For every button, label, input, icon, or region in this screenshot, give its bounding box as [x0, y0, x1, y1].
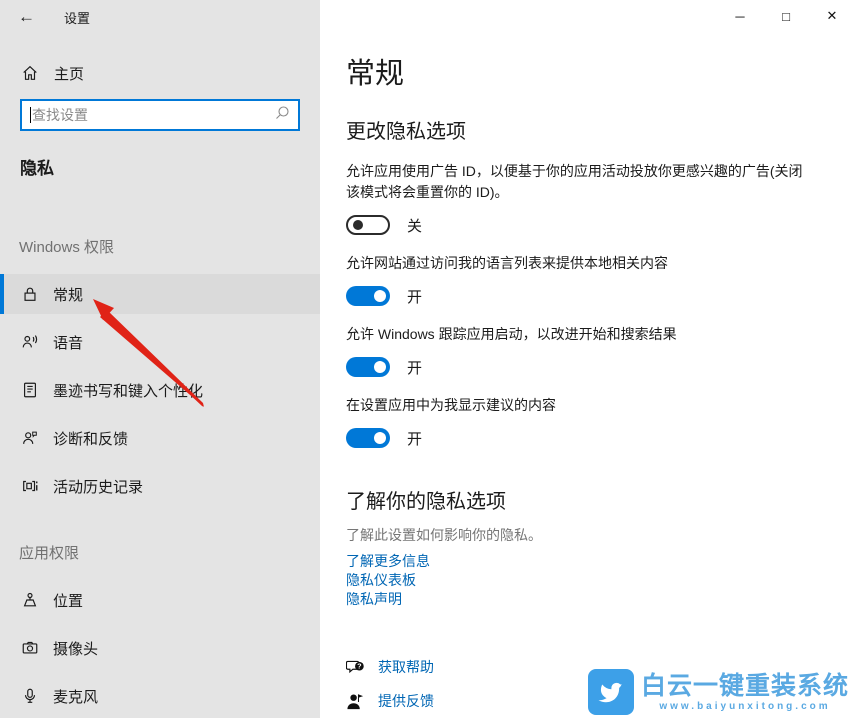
- inking-typing-icon: [20, 381, 39, 400]
- toggle-knob: [353, 220, 363, 230]
- titlebar-left: ← 设置: [0, 0, 320, 34]
- diagnostics-feedback-icon: [20, 429, 39, 448]
- search-placeholder: 查找设置: [32, 105, 88, 125]
- toggle-language-list[interactable]: [346, 286, 390, 306]
- sidebar-item-home[interactable]: 主页: [20, 60, 320, 86]
- microphone-icon: [20, 687, 39, 706]
- svg-text:?: ?: [357, 661, 362, 670]
- section-title-know-privacy-options: 了解你的隐私选项: [346, 485, 824, 514]
- page-content: 常规 更改隐私选项 允许应用使用广告 ID，以便基于你的应用活动投放你更感兴趣的…: [346, 0, 824, 718]
- sidebar-item-label: 活动历史记录: [53, 476, 143, 497]
- setting-description: 允许应用使用广告 ID，以便基于你的应用活动投放你更感兴趣的广告(关闭该模式将会…: [346, 161, 812, 203]
- toggle-advertising-id[interactable]: [346, 215, 390, 235]
- bird-logo-icon: [588, 669, 634, 715]
- feedback-person-icon: [346, 692, 365, 711]
- search-icon[interactable]: [274, 105, 290, 126]
- toggle-state-label: 关: [407, 215, 422, 236]
- toggle-state-label: 开: [407, 428, 422, 449]
- sidebar-item-camera[interactable]: 摄像头: [0, 628, 320, 668]
- text-caret: [30, 107, 31, 123]
- toggle-row: 开: [346, 427, 824, 449]
- help-chat-icon: ?: [346, 658, 365, 677]
- link-privacy-statement[interactable]: 隐私声明: [346, 590, 824, 609]
- get-help-link[interactable]: 获取帮助: [378, 655, 434, 679]
- link-privacy-dashboard[interactable]: 隐私仪表板: [346, 571, 824, 590]
- sidebar-item-label: 摄像头: [53, 638, 98, 659]
- toggle-state-label: 开: [407, 357, 422, 378]
- sidebar-group-windows-permissions: Windows 权限: [19, 236, 320, 257]
- toggle-state-label: 开: [407, 286, 422, 307]
- toggle-row: 开: [346, 356, 824, 378]
- watermark-url: www.baiyunxitong.com: [641, 701, 849, 712]
- setting-language-list: 允许网站通过访问我的语言列表来提供本地相关内容 开: [346, 253, 824, 307]
- sidebar-group-app-permissions: 应用权限: [19, 542, 320, 563]
- setting-description: 在设置应用中为我显示建议的内容: [346, 395, 812, 416]
- activity-history-icon: [20, 477, 39, 496]
- main-panel: ─ □ ✕ 常规 更改隐私选项 允许应用使用广告 ID，以便基于你的应用活动投放…: [320, 0, 855, 718]
- lock-icon: [20, 285, 39, 304]
- sidebar-item-label: 主页: [54, 63, 84, 84]
- location-icon: [20, 591, 39, 610]
- privacy-options-subtitle: 了解此设置如何影响你的隐私。: [346, 525, 824, 545]
- sidebar-item-label: 麦克风: [53, 686, 98, 707]
- privacy-link-list: 了解更多信息 隐私仪表板 隐私声明: [346, 552, 824, 609]
- setting-description: 允许 Windows 跟踪应用启动，以改进开始和搜索结果: [346, 324, 812, 345]
- link-learn-more[interactable]: 了解更多信息: [346, 552, 824, 571]
- watermark: 白云一键重装系统 www.baiyunxitong.com: [588, 669, 849, 715]
- toggle-suggested-content[interactable]: [346, 428, 390, 448]
- toggle-app-launch-tracking[interactable]: [346, 357, 390, 377]
- sidebar-item-microphone[interactable]: 麦克风: [0, 676, 320, 716]
- speech-icon: [20, 333, 39, 352]
- sidebar-section-title: 隐私: [20, 154, 320, 179]
- sidebar-item-location[interactable]: 位置: [0, 580, 320, 620]
- setting-app-launch-tracking: 允许 Windows 跟踪应用启动，以改进开始和搜索结果 开: [346, 324, 824, 378]
- page-title: 常规: [346, 50, 824, 92]
- sidebar-item-label: 常规: [53, 284, 83, 305]
- sidebar-item-label: 语音: [53, 332, 83, 353]
- sidebar: ← 设置 主页 查找设置 隐私 Windows 权限: [0, 0, 320, 718]
- setting-suggested-content: 在设置应用中为我显示建议的内容 开: [346, 395, 824, 449]
- setting-advertising-id: 允许应用使用广告 ID，以便基于你的应用活动投放你更感兴趣的广告(关闭该模式将会…: [346, 161, 824, 236]
- sidebar-item-label: 诊断和反馈: [53, 428, 128, 449]
- app-title: 设置: [64, 8, 90, 27]
- back-button[interactable]: ←: [18, 7, 36, 27]
- search-input[interactable]: 查找设置: [20, 99, 300, 131]
- toggle-knob: [374, 361, 386, 373]
- sidebar-item-speech[interactable]: 语音: [0, 322, 320, 362]
- sidebar-item-inking-typing[interactable]: 墨迹书写和键入个性化: [0, 370, 320, 410]
- toggle-row: 关: [346, 214, 824, 236]
- sidebar-item-general[interactable]: 常规: [0, 274, 320, 314]
- toggle-knob: [374, 432, 386, 444]
- give-feedback-link[interactable]: 提供反馈: [378, 689, 434, 713]
- sidebar-item-label: 位置: [53, 590, 83, 611]
- setting-description: 允许网站通过访问我的语言列表来提供本地相关内容: [346, 253, 812, 274]
- watermark-text: 白云一键重装系统 www.baiyunxitong.com: [641, 673, 849, 712]
- sidebar-item-diagnostics-feedback[interactable]: 诊断和反馈: [0, 418, 320, 458]
- sidebar-item-activity-history[interactable]: 活动历史记录: [0, 466, 320, 506]
- toggle-knob: [374, 290, 386, 302]
- camera-icon: [20, 639, 39, 658]
- settings-window: ← 设置 主页 查找设置 隐私 Windows 权限: [0, 0, 855, 718]
- home-icon: [20, 64, 39, 83]
- toggle-row: 开: [346, 285, 824, 307]
- section-title-change-privacy-options: 更改隐私选项: [346, 115, 824, 144]
- sidebar-item-label: 墨迹书写和键入个性化: [53, 380, 203, 401]
- watermark-title: 白云一键重装系统: [641, 673, 849, 699]
